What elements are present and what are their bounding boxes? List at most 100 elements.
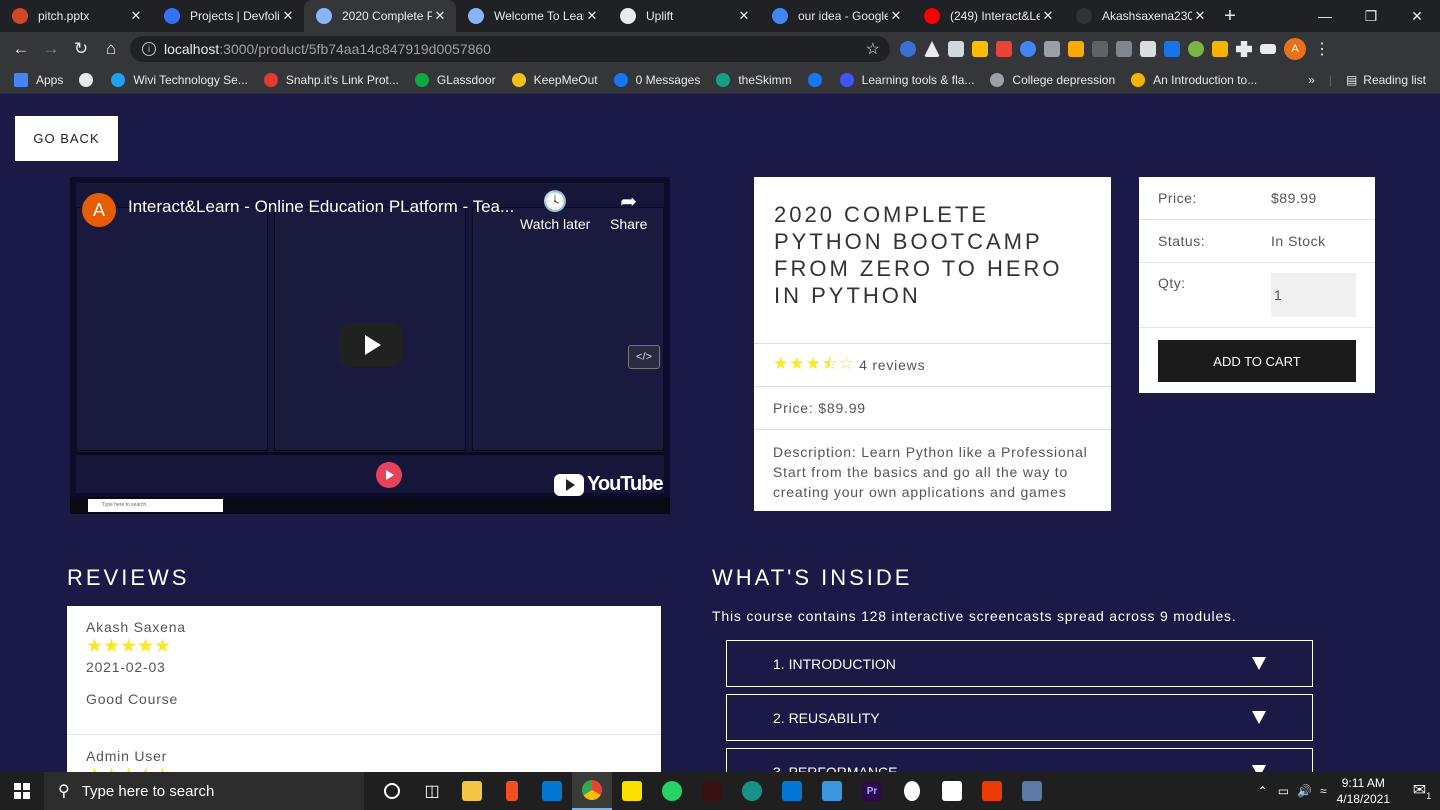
bookmark-item[interactable]: College depression	[990, 72, 1115, 87]
new-tab-button[interactable]: +	[1216, 5, 1244, 28]
wifi-icon[interactable]: ≈	[1320, 784, 1327, 798]
close-tab-icon[interactable]: ✕	[1192, 8, 1208, 24]
store-icon[interactable]	[932, 772, 972, 810]
close-tab-icon[interactable]: ✕	[736, 8, 752, 24]
reading-list-button[interactable]: ▤ Reading list	[1346, 73, 1426, 87]
close-tab-icon[interactable]: ✕	[584, 8, 600, 24]
extension-icon[interactable]	[1020, 41, 1036, 57]
watch-later-button[interactable]: 🕓 Watch later	[520, 189, 590, 232]
close-tab-icon[interactable]: ✕	[888, 8, 904, 24]
extension-icon[interactable]	[1164, 41, 1180, 57]
extension-icon[interactable]	[1092, 41, 1108, 57]
tray-chevron-icon[interactable]: ⌃	[1258, 784, 1268, 798]
bookmark-item[interactable]: Apps	[14, 72, 63, 87]
add-to-cart-button[interactable]: ADD TO CART	[1158, 340, 1356, 382]
extension-icon[interactable]	[1188, 41, 1204, 57]
task-view-icon[interactable]: ◫	[412, 772, 452, 810]
extension-icon[interactable]	[972, 41, 988, 57]
extension-icon[interactable]	[996, 41, 1012, 57]
browser-tab[interactable]: Welcome To Learn ✕	[456, 0, 608, 32]
browser-tab[interactable]: (249) Interact&Lea ✕	[912, 0, 1064, 32]
review-item: Admin User★★★★★	[67, 735, 661, 772]
profile-avatar[interactable]: A	[1284, 38, 1306, 60]
bookmark-item[interactable]: Wivi Technology Se...	[111, 72, 248, 87]
module-accordion[interactable]: 3. PERFORMANCE	[726, 748, 1313, 772]
close-tab-icon[interactable]: ✕	[432, 8, 448, 24]
module-accordion[interactable]: 1. INTRODUCTION	[726, 640, 1313, 687]
browser-tab[interactable]: Projects | Devfolio ✕	[152, 0, 304, 32]
bookmark-item[interactable]: theSkimm	[716, 72, 792, 87]
bookmark-item[interactable]: 0 Messages	[613, 72, 700, 87]
youtube-logo[interactable]: YouTube	[554, 473, 664, 496]
home-icon[interactable]: ⌂	[96, 39, 126, 59]
go-back-button[interactable]: GO BACK	[15, 116, 118, 161]
notifications-app-icon[interactable]	[1012, 772, 1052, 810]
extension-icon[interactable]	[948, 41, 964, 57]
bookmark-item[interactable]	[807, 72, 830, 87]
whatsapp-icon[interactable]	[652, 772, 692, 810]
extension-icon[interactable]	[1140, 41, 1156, 57]
action-center-icon[interactable]: ✉1	[1404, 780, 1440, 801]
predator-icon[interactable]	[692, 772, 732, 810]
bookmark-star-icon[interactable]: ☆	[866, 39, 880, 59]
close-window-icon[interactable]: ✕	[1394, 0, 1440, 32]
play-button[interactable]	[339, 323, 403, 367]
embed-code-icon[interactable]: </>	[628, 345, 660, 369]
url-bar[interactable]: i localhost:3000/product/5fb74aa14c84791…	[130, 36, 890, 62]
bookmark-item[interactable]: Learning tools & fla...	[839, 72, 974, 87]
bookmark-item[interactable]: An Introduction to...	[1131, 72, 1257, 87]
page-scrollbar[interactable]	[1424, 95, 1440, 772]
photos-icon[interactable]	[812, 772, 852, 810]
start-button[interactable]	[0, 772, 44, 810]
taskbar-search[interactable]: ⚲ Type here to search	[44, 772, 364, 810]
chrome-icon[interactable]	[572, 772, 612, 810]
close-tab-icon[interactable]: ✕	[280, 8, 296, 24]
extension-icon[interactable]	[900, 41, 916, 57]
module-accordion[interactable]: 2. REUSABILITY	[726, 694, 1313, 741]
bookmark-item[interactable]	[79, 72, 101, 87]
extension-icon[interactable]	[924, 41, 940, 57]
cortana-icon[interactable]	[372, 772, 412, 810]
puzzle-extensions-icon[interactable]	[1236, 41, 1252, 57]
site-info-icon[interactable]: i	[142, 42, 156, 56]
mail-icon[interactable]	[532, 772, 572, 810]
taskbar-clock[interactable]: 9:11 AM 4/18/2021	[1337, 775, 1390, 807]
gitkraken-icon[interactable]	[732, 772, 772, 810]
close-tab-icon[interactable]: ✕	[1040, 8, 1056, 24]
extension-icon[interactable]	[1212, 41, 1228, 57]
minimize-icon[interactable]: —	[1302, 0, 1348, 32]
browser-tab[interactable]: Akashsaxena2308/✕	[1064, 0, 1216, 32]
bookmark-item[interactable]: GLassdoor	[414, 72, 496, 87]
share-button[interactable]: ➦ Share	[610, 189, 647, 232]
bookmarks-overflow-button[interactable]: »	[1308, 73, 1315, 87]
forward-arrow-icon[interactable]: →	[36, 39, 66, 59]
figma-icon[interactable]	[492, 772, 532, 810]
channel-avatar[interactable]: A	[82, 193, 116, 227]
file-explorer-icon[interactable]	[452, 772, 492, 810]
bookmark-item[interactable]: Snahp.it's Link Prot...	[263, 72, 399, 87]
video-title[interactable]: Interact&Learn - Online Education PLatfo…	[128, 197, 514, 217]
extension-icon[interactable]	[1068, 41, 1084, 57]
browser-tab[interactable]: our idea - Google ✕	[760, 0, 912, 32]
office-icon[interactable]	[972, 772, 1012, 810]
extension-icon[interactable]	[1116, 41, 1132, 57]
volume-icon[interactable]: 🔊	[1297, 784, 1312, 798]
back-arrow-icon[interactable]: ←	[6, 39, 36, 59]
vscode-icon[interactable]	[772, 772, 812, 810]
media-control-icon[interactable]	[1260, 44, 1276, 54]
mongodb-icon[interactable]	[892, 772, 932, 810]
reload-icon[interactable]: ↻	[66, 39, 96, 59]
sticky-notes-icon[interactable]	[612, 772, 652, 810]
close-tab-icon[interactable]: ✕	[128, 8, 144, 24]
video-player[interactable]: A Interact&Learn - Online Education PLat…	[70, 177, 670, 514]
qty-select[interactable]: 1	[1271, 273, 1356, 317]
premiere-pro-icon[interactable]: Pr	[852, 772, 892, 810]
bookmark-item[interactable]: KeepMeOut	[511, 72, 598, 87]
restore-icon[interactable]: ❐	[1348, 0, 1394, 32]
extension-icon[interactable]	[1044, 41, 1060, 57]
browser-tab[interactable]: 2020 Complete Py ✕	[304, 0, 456, 32]
menu-kebab-icon[interactable]: ⋮	[1314, 39, 1330, 59]
browser-tab[interactable]: pitch.pptx ✕	[0, 0, 152, 32]
browser-tab[interactable]: Uplift ✕	[608, 0, 760, 32]
battery-icon[interactable]: ▭	[1278, 784, 1289, 798]
